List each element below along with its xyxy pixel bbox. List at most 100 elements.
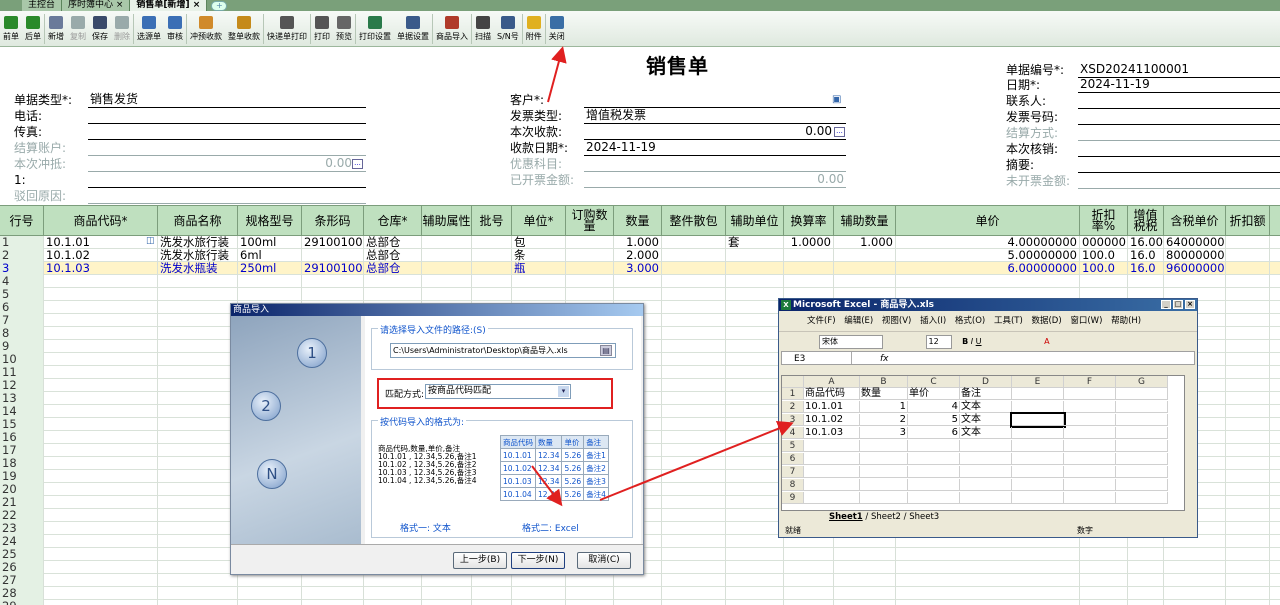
table-cell[interactable]: 16.0 (1128, 262, 1164, 275)
spreadsheet-cell[interactable]: 3 (860, 427, 908, 439)
table-cell[interactable]: 洗发水旅行装 (158, 249, 238, 262)
table-cell[interactable] (472, 236, 512, 249)
table-cell[interactable] (422, 249, 472, 262)
spreadsheet-cell[interactable] (1116, 427, 1168, 439)
table-cell[interactable] (726, 379, 784, 392)
table-cell[interactable] (614, 574, 662, 587)
table-cell[interactable] (662, 431, 726, 444)
table-cell[interactable] (158, 496, 238, 509)
table-cell[interactable] (726, 522, 784, 535)
table-cell[interactable] (1164, 561, 1226, 574)
font-select[interactable]: 宋体 (819, 335, 883, 349)
table-cell[interactable] (1226, 353, 1270, 366)
table-cell[interactable] (614, 275, 662, 288)
table-cell[interactable] (422, 574, 472, 587)
summary-input[interactable] (1078, 157, 1280, 173)
table-cell[interactable] (44, 600, 158, 605)
table-cell[interactable] (662, 418, 726, 431)
table-cell[interactable] (44, 509, 158, 522)
spreadsheet-cell[interactable] (1064, 453, 1116, 465)
spreadsheet-cell[interactable]: 文本 (960, 427, 1012, 439)
spreadsheet-cell[interactable] (1012, 479, 1064, 491)
table-cell[interactable] (614, 587, 662, 600)
table-cell[interactable] (784, 561, 834, 574)
table-cell[interactable] (158, 275, 238, 288)
table-cell[interactable] (662, 262, 726, 275)
spreadsheet-cell[interactable] (960, 479, 1012, 491)
table-cell[interactable] (1128, 548, 1164, 561)
table-cell[interactable] (302, 275, 364, 288)
table-cell[interactable] (1226, 483, 1270, 496)
table-cell[interactable] (44, 496, 158, 509)
table-cell[interactable] (726, 327, 784, 340)
table-cell[interactable] (302, 587, 364, 600)
table-cell[interactable] (472, 262, 512, 275)
table-cell[interactable]: 10.1.03 (44, 262, 158, 275)
table-row[interactable]: 28 (0, 587, 1280, 600)
table-cell[interactable] (1128, 600, 1164, 605)
spreadsheet-cell[interactable]: 4 (908, 401, 960, 413)
column-header[interactable]: 换算率 (784, 206, 834, 236)
table-cell[interactable]: 1.0000 (784, 236, 834, 249)
table-cell[interactable]: 5.00000000 (896, 249, 1080, 262)
table-cell[interactable] (1226, 392, 1270, 405)
toolbar-button-2[interactable]: 新增 (45, 11, 67, 47)
table-row[interactable]: 3 10.1.03 洗发水瓶装 250ml 291001000 总部仓 瓶 3.000 6.00… (0, 262, 1280, 275)
table-cell[interactable] (896, 548, 1080, 561)
column-header[interactable]: 商品代码* (44, 206, 158, 236)
spreadsheet-cell[interactable]: 单价 (908, 388, 960, 400)
this-received-input[interactable]: 0.00 (584, 124, 846, 140)
table-cell[interactable] (566, 262, 614, 275)
table-cell[interactable] (1226, 301, 1270, 314)
tab-journal-center[interactable]: 序时簿中心 × (62, 0, 131, 11)
spreadsheet-cell[interactable]: 10.1.02 (804, 414, 860, 426)
table-cell[interactable] (726, 288, 784, 301)
maximize-icon[interactable]: □ (1173, 300, 1183, 309)
table-cell[interactable] (896, 600, 1080, 605)
table-cell[interactable] (784, 249, 834, 262)
table-cell[interactable]: 1.000 (614, 236, 662, 249)
column-header[interactable]: 规格型号 (238, 206, 302, 236)
underline-icon[interactable]: U (976, 337, 982, 346)
table-cell[interactable] (726, 431, 784, 444)
table-cell[interactable] (1226, 587, 1270, 600)
toolbar-button-3[interactable]: 复制 (67, 11, 89, 47)
column-header[interactable]: 订购数量 (566, 206, 614, 236)
table-cell[interactable] (726, 249, 784, 262)
table-cell[interactable] (158, 561, 238, 574)
table-cell[interactable] (834, 561, 896, 574)
toolbar-button-10[interactable]: 快递单打印 (264, 11, 310, 47)
table-cell[interactable] (44, 327, 158, 340)
table-cell[interactable] (1080, 548, 1128, 561)
table-cell[interactable] (784, 262, 834, 275)
spreadsheet-cell[interactable] (1010, 412, 1066, 428)
table-cell[interactable] (44, 574, 158, 587)
table-cell[interactable]: 6.00000000 (896, 262, 1080, 275)
spreadsheet-cell[interactable]: 2 (860, 414, 908, 426)
spreadsheet-cell[interactable] (1064, 414, 1116, 426)
column-header[interactable]: 整件散包 (662, 206, 726, 236)
spreadsheet-cell[interactable] (1012, 427, 1064, 439)
spreadsheet-cell[interactable] (1116, 466, 1168, 478)
table-cell[interactable] (1080, 561, 1128, 574)
lookup-icon[interactable]: ▣ (832, 92, 841, 108)
table-cell[interactable] (158, 522, 238, 535)
spreadsheet-cell[interactable] (908, 453, 960, 465)
table-cell[interactable] (158, 340, 238, 353)
table-cell[interactable] (566, 600, 614, 605)
toolbar-button-14[interactable]: 单据设置 (394, 11, 432, 47)
table-cell[interactable] (44, 288, 158, 301)
table-cell[interactable] (44, 587, 158, 600)
spreadsheet-cell[interactable] (1116, 414, 1168, 426)
table-cell[interactable] (44, 431, 158, 444)
table-cell[interactable] (158, 392, 238, 405)
spreadsheet-cell[interactable] (960, 466, 1012, 478)
table-cell[interactable]: 291001000 (302, 262, 364, 275)
table-cell[interactable] (44, 418, 158, 431)
table-cell[interactable] (662, 470, 726, 483)
spreadsheet-cell[interactable] (1116, 388, 1168, 400)
table-cell[interactable] (1226, 275, 1270, 288)
table-cell[interactable] (662, 444, 726, 457)
table-cell[interactable] (566, 249, 614, 262)
table-cell[interactable] (158, 600, 238, 605)
